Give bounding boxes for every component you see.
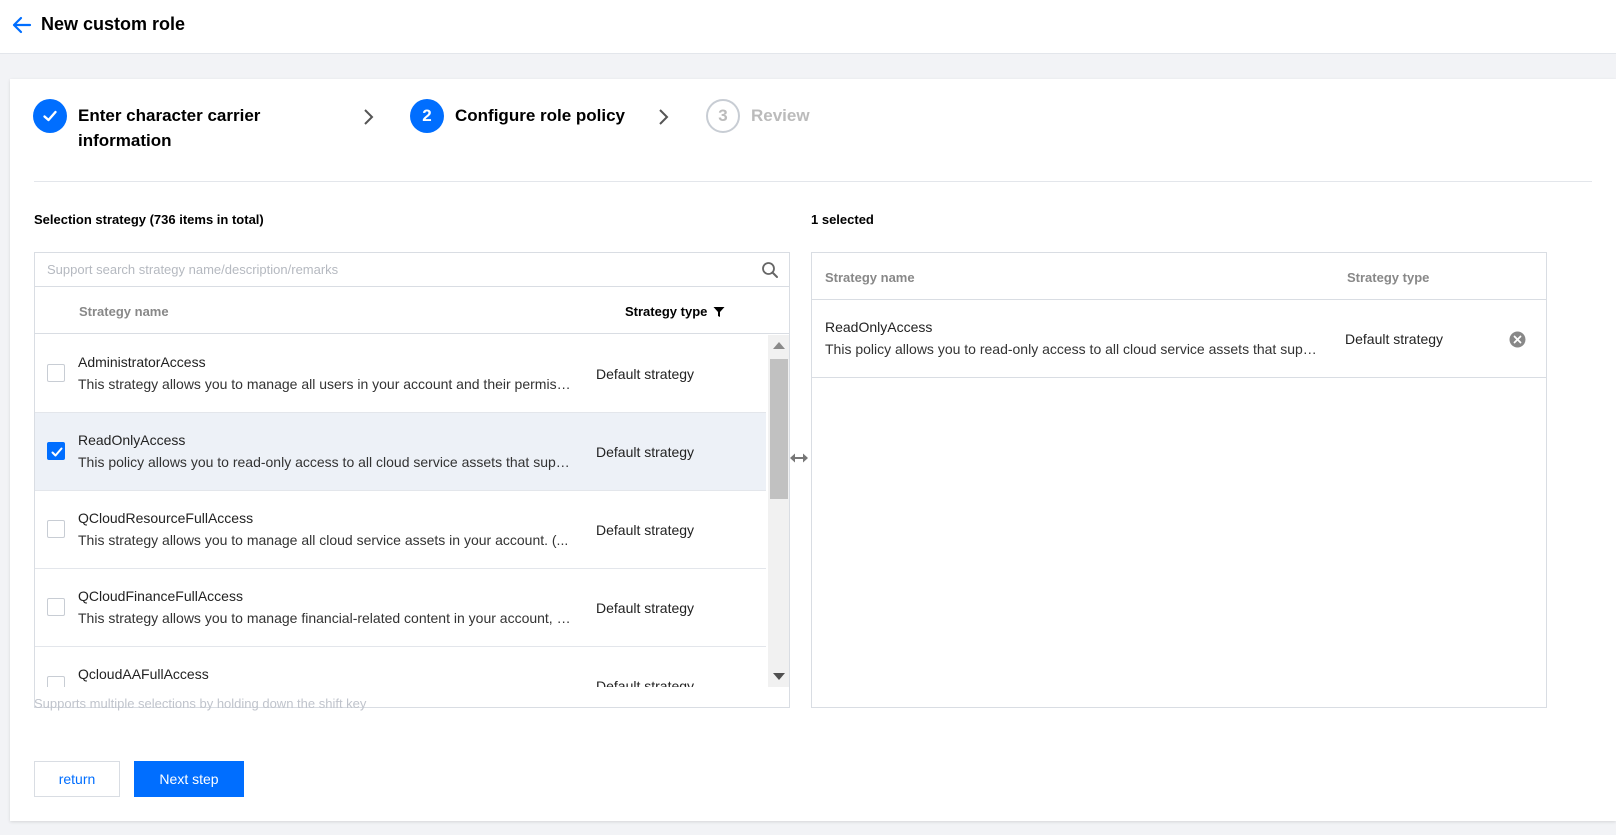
- next-step-button[interactable]: Next step: [134, 761, 244, 797]
- scroll-up-arrow[interactable]: [773, 342, 785, 349]
- filter-icon[interactable]: [713, 306, 725, 318]
- swap-horizontal-icon: [790, 453, 808, 463]
- strategy-name: ReadOnlyAccess: [825, 319, 933, 335]
- strategy-description: This strategy allows you to manage all u…: [78, 376, 572, 392]
- strategy-list-panel: Strategy name Strategy type Administrato…: [34, 252, 790, 708]
- row-checkbox[interactable]: [47, 364, 65, 382]
- column-strategy-name: Strategy name: [825, 270, 915, 285]
- step-2: 2 Configure role policy: [410, 99, 625, 133]
- scrollbar[interactable]: [768, 335, 789, 687]
- selected-table-header: Strategy name Strategy type: [812, 253, 1546, 300]
- strategy-description: This strategy allows you to manage all c…: [78, 532, 569, 548]
- selected-strategies-panel: Strategy name Strategy type ReadOnlyAcce…: [811, 252, 1547, 708]
- strategy-description: This policy allows you to read-only acce…: [78, 454, 572, 470]
- step-2-label: Configure role policy: [455, 106, 626, 125]
- strategy-type: Default strategy: [596, 522, 695, 538]
- strategy-type: Default strategy: [596, 678, 695, 687]
- strategy-rows: AdministratorAccess This strategy allows…: [35, 335, 766, 687]
- step-3: 3 Review: [706, 99, 810, 133]
- strategy-description: This policy allows you to read-only acce…: [825, 341, 1317, 357]
- step-1-label: Enter character carrier information: [78, 106, 261, 150]
- step-1: Enter character carrier information: [33, 99, 288, 153]
- table-row[interactable]: AdministratorAccess This strategy allows…: [35, 335, 766, 413]
- strategy-name: QCloudResourceFullAccess: [78, 510, 254, 526]
- strategy-name: ReadOnlyAccess: [78, 432, 186, 448]
- step-3-label: Review: [751, 106, 810, 125]
- column-strategy-type-label: Strategy type: [625, 304, 708, 319]
- table-row[interactable]: QcloudAAFullAccess Default strategy: [35, 647, 766, 687]
- arrow-left-icon[interactable]: [10, 14, 32, 36]
- step-2-circle: 2: [410, 99, 444, 133]
- top-bar: New custom role: [0, 0, 1616, 54]
- row-checkbox[interactable]: [47, 676, 65, 687]
- check-icon: [51, 447, 63, 457]
- strategy-type: Default strategy: [596, 600, 695, 616]
- close-circle-icon[interactable]: [1509, 331, 1526, 348]
- main-card: Enter character carrier information 2 Co…: [10, 79, 1616, 821]
- return-button[interactable]: return: [34, 761, 120, 797]
- row-checkbox[interactable]: [47, 598, 65, 616]
- column-strategy-type: Strategy type: [1347, 270, 1430, 285]
- search-box: [35, 253, 789, 287]
- strategy-type: Default strategy: [596, 366, 695, 382]
- row-checkbox[interactable]: [47, 442, 65, 460]
- chevron-right-icon: [659, 109, 669, 125]
- table-header: Strategy name Strategy type: [35, 288, 789, 334]
- search-icon[interactable]: [761, 261, 779, 279]
- step-3-circle: 3: [706, 99, 740, 133]
- selected-row: ReadOnlyAccess This policy allows you to…: [812, 301, 1546, 378]
- chevron-right-icon: [364, 109, 374, 125]
- divider: [34, 181, 1592, 182]
- strategy-type: Default strategy: [596, 444, 695, 460]
- strategy-type: Default strategy: [1345, 331, 1444, 347]
- scroll-thumb[interactable]: [770, 359, 788, 499]
- selection-title: Selection strategy (736 items in total): [34, 212, 264, 227]
- strategy-name: QcloudAAFullAccess: [78, 666, 209, 682]
- page-title: New custom role: [41, 14, 186, 34]
- multi-select-hint: Supports multiple selections by holding …: [34, 696, 367, 711]
- selected-count: 1 selected: [811, 212, 874, 227]
- row-checkbox[interactable]: [47, 520, 65, 538]
- strategy-name: AdministratorAccess: [78, 354, 206, 370]
- strategy-description: This strategy allows you to manage finan…: [78, 610, 572, 626]
- table-row[interactable]: QCloudResourceFullAccess This strategy a…: [35, 491, 766, 569]
- column-strategy-name: Strategy name: [79, 304, 169, 319]
- table-row[interactable]: ReadOnlyAccess This policy allows you to…: [35, 413, 766, 491]
- check-icon: [43, 110, 57, 122]
- column-strategy-type[interactable]: Strategy type: [625, 304, 725, 319]
- strategy-name: QCloudFinanceFullAccess: [78, 588, 243, 604]
- table-row[interactable]: QCloudFinanceFullAccess This strategy al…: [35, 569, 766, 647]
- search-input[interactable]: [35, 253, 735, 286]
- step-1-circle: [33, 99, 67, 133]
- scroll-down-arrow[interactable]: [773, 673, 785, 680]
